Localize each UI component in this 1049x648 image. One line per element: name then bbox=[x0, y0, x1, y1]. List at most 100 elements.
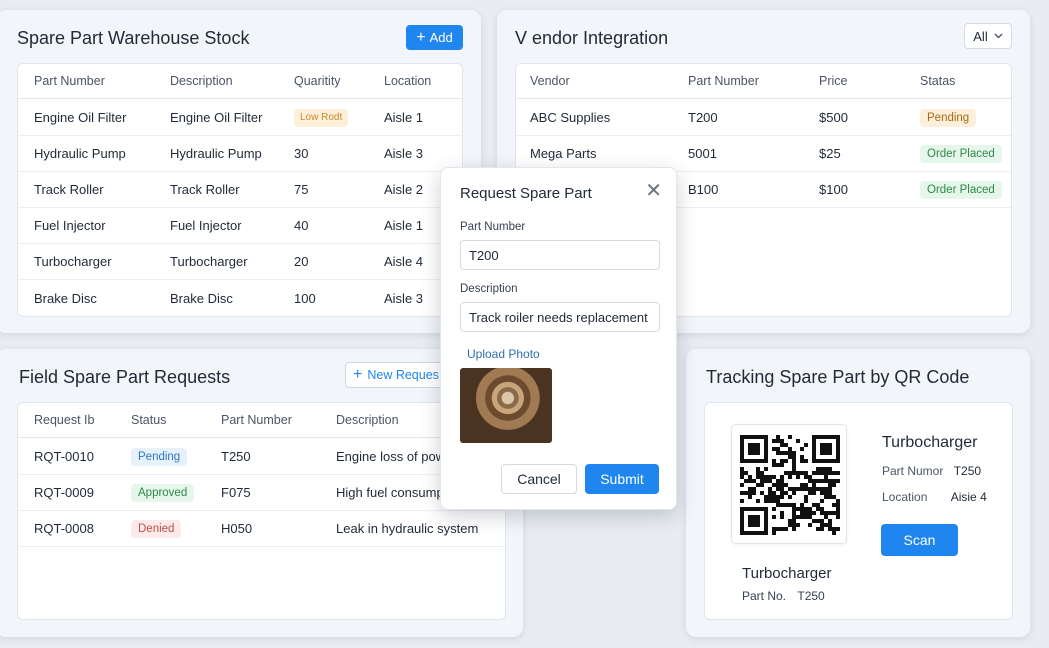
qr-module bbox=[812, 459, 816, 463]
submit-button[interactable]: Submit bbox=[585, 464, 659, 494]
qr-module bbox=[816, 459, 820, 463]
plus-icon: + bbox=[416, 28, 426, 46]
upload-photo-label[interactable]: Upload Photo bbox=[467, 347, 540, 361]
qr-module bbox=[820, 459, 824, 463]
table-row[interactable]: Track Roller Track Roller 75 Aisle 2 bbox=[18, 172, 462, 208]
qr-module bbox=[760, 471, 764, 475]
qr-module bbox=[756, 483, 760, 487]
qr-module bbox=[812, 491, 816, 495]
qr-module bbox=[812, 435, 816, 439]
qr-module bbox=[748, 515, 752, 519]
qr-module bbox=[772, 439, 776, 443]
part-cell: Engine Oil Filter bbox=[34, 110, 127, 125]
qr-module bbox=[776, 503, 780, 507]
qr-module bbox=[824, 471, 828, 475]
qr-module bbox=[780, 487, 784, 491]
table-row[interactable]: Engine Oil Filter Engine Oil Filter Low … bbox=[18, 100, 462, 136]
qr-module bbox=[836, 451, 840, 455]
qr-module bbox=[792, 459, 796, 463]
qr-module bbox=[740, 507, 744, 511]
qr-module bbox=[800, 515, 804, 519]
qr-module bbox=[756, 435, 760, 439]
field-requests-title: Field Spare Part Requests bbox=[19, 367, 231, 387]
add-button-label: Add bbox=[429, 30, 453, 45]
qr-module bbox=[772, 507, 776, 511]
scan-button[interactable]: Scan bbox=[881, 524, 958, 556]
qr-module bbox=[748, 459, 752, 463]
qr-module bbox=[808, 507, 812, 511]
qr-module bbox=[812, 479, 816, 483]
qr-module bbox=[832, 503, 836, 507]
qr-module bbox=[780, 439, 784, 443]
qr-module bbox=[740, 499, 744, 503]
qr-panel: Turbocharger Part No. T250 Turbocharger … bbox=[704, 402, 1013, 620]
qr-module bbox=[780, 511, 784, 515]
description-label: Description bbox=[460, 283, 518, 295]
qr-module bbox=[800, 503, 804, 507]
qr-part-number-row: Part Numor T250 bbox=[882, 464, 981, 478]
qr-module bbox=[820, 447, 824, 451]
qr-module bbox=[776, 463, 780, 467]
new-request-button[interactable]: + New Reques bbox=[345, 362, 445, 388]
qr-module bbox=[748, 531, 752, 535]
qr-module bbox=[792, 463, 796, 467]
vendor-filter-select[interactable]: All bbox=[964, 23, 1012, 49]
qr-module bbox=[756, 467, 760, 471]
new-request-label: New Reques bbox=[367, 368, 439, 382]
qr-module bbox=[764, 467, 768, 471]
qr-module bbox=[824, 447, 828, 451]
close-icon[interactable]: ✕ bbox=[645, 178, 662, 203]
qr-module bbox=[772, 499, 776, 503]
qr-module bbox=[752, 435, 756, 439]
table-row[interactable]: Turbocharger Turbocharger 20 Aisle 4 bbox=[18, 244, 462, 280]
qr-module bbox=[780, 463, 784, 467]
qr-module bbox=[740, 447, 744, 451]
add-button[interactable]: + Add bbox=[406, 25, 463, 50]
qr-module bbox=[824, 487, 828, 491]
table-row[interactable]: Hydraulic Pump Hydraulic Pump 30 Aisle 3 bbox=[18, 136, 462, 172]
table-row[interactable]: Fuel Injector Fuel Injector 40 Aisle 1 bbox=[18, 208, 462, 244]
qr-module bbox=[824, 467, 828, 471]
location-cell: Aisle 3 bbox=[384, 146, 424, 161]
qr-module bbox=[748, 519, 752, 523]
qr-module bbox=[836, 447, 840, 451]
table-row[interactable]: RQT-0008 Denied H050 Leak in hydraulic s… bbox=[18, 511, 505, 547]
table-row[interactable]: ABC Supplies T200 $500 Pending bbox=[516, 100, 1011, 136]
qr-module bbox=[832, 471, 836, 475]
qr-module bbox=[748, 479, 752, 483]
qr-module bbox=[804, 475, 808, 479]
qr-module bbox=[800, 507, 804, 511]
uploaded-photo[interactable] bbox=[460, 368, 552, 443]
location-cell: Aisle 2 bbox=[384, 182, 424, 197]
vendor-cell: ABC Supplies bbox=[530, 110, 611, 125]
table-row[interactable]: RQT-0009 Approved F075 High fuel consump… bbox=[18, 475, 505, 511]
qr-module bbox=[788, 471, 792, 475]
qr-module bbox=[836, 443, 840, 447]
cancel-button[interactable]: Cancel bbox=[501, 464, 577, 494]
qr-module bbox=[772, 495, 776, 499]
status-badge: Denied bbox=[131, 519, 182, 538]
table-row[interactable]: Brake Disc Brake Disc 100 Aisle 3 bbox=[18, 280, 462, 316]
qr-module bbox=[792, 471, 796, 475]
qr-module bbox=[760, 491, 764, 495]
qr-module bbox=[796, 507, 800, 511]
qr-module bbox=[772, 531, 776, 535]
qr-module bbox=[828, 435, 832, 439]
qr-module bbox=[752, 443, 756, 447]
qr-module bbox=[824, 443, 828, 447]
qr-module bbox=[824, 479, 828, 483]
qr-module bbox=[816, 479, 820, 483]
description-input[interactable] bbox=[460, 302, 660, 332]
qr-module bbox=[804, 495, 808, 499]
column-header: Part Number bbox=[688, 74, 759, 88]
qr-module bbox=[788, 475, 792, 479]
qr-module bbox=[752, 515, 756, 519]
qr-module bbox=[756, 515, 760, 519]
part-cell: B100 bbox=[688, 182, 719, 197]
qr-module bbox=[764, 439, 768, 443]
qr-module bbox=[788, 487, 792, 491]
part-cell: F075 bbox=[221, 485, 251, 500]
part-number-input[interactable] bbox=[460, 240, 660, 270]
qr-module bbox=[740, 491, 744, 495]
table-row[interactable]: RQT-0010 Pending T250 Engine loss of pow… bbox=[18, 439, 505, 475]
